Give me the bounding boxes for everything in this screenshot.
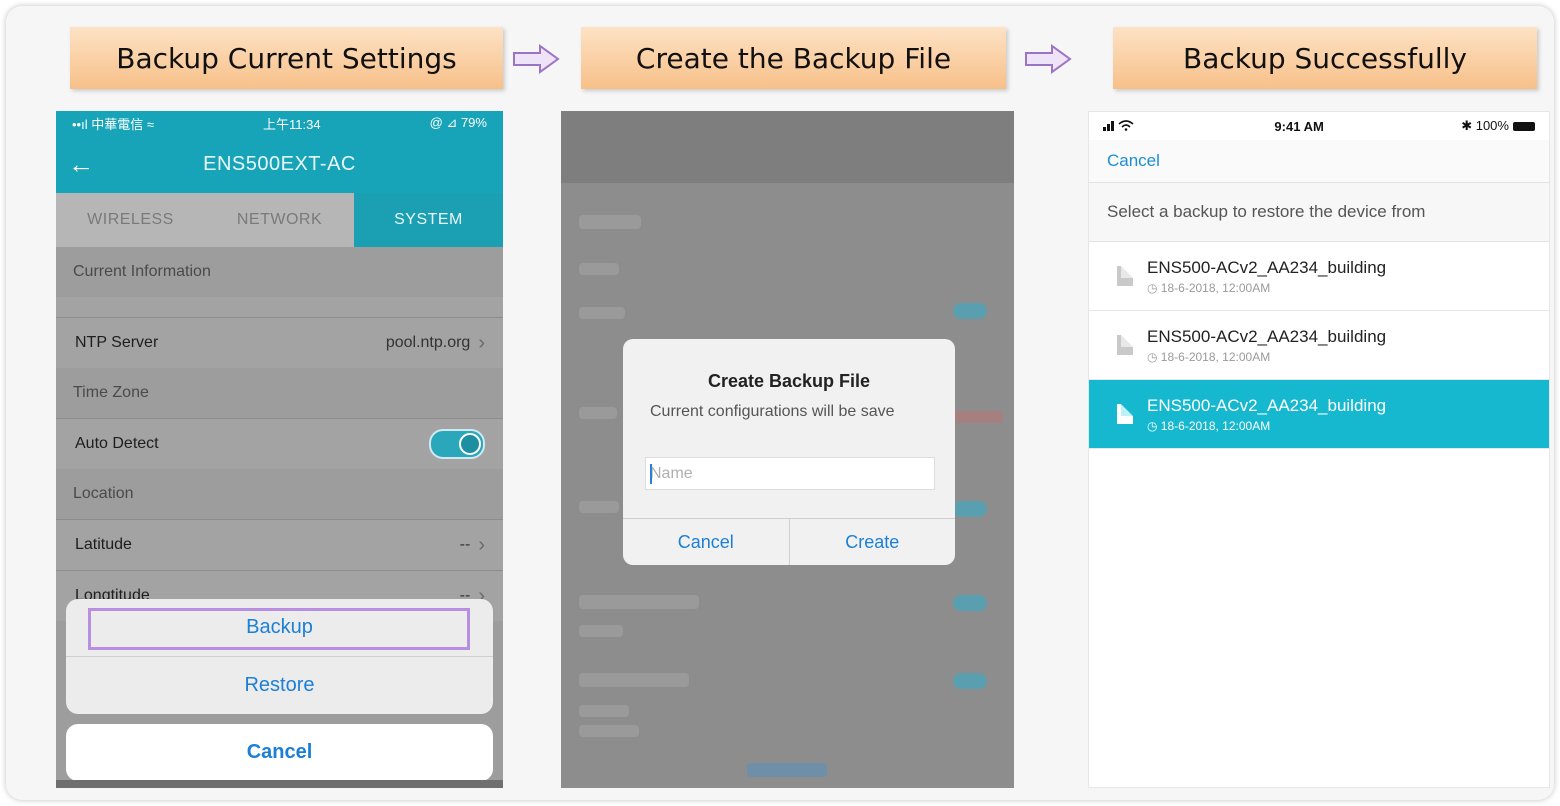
- create-backup-dialog: Create Backup File Current configuration…: [623, 339, 955, 565]
- blurred-text: [953, 411, 1003, 423]
- auto-detect-row: Auto Detect: [56, 418, 503, 469]
- ntp-server-value: pool.ntp.org: [385, 334, 471, 351]
- phone-screen-backup-list: 9:41 AM ✱ 100% Cancel Select a backup to…: [1088, 111, 1550, 788]
- tab-bar: WIRELESS NETWORK SYSTEM: [56, 193, 503, 247]
- backup-file-date: ◷ 18-6-2018, 12:00AM: [1147, 418, 1271, 433]
- name-input-wrapper: [645, 457, 935, 490]
- phone-screen-create-backup: Create Backup File Current configuration…: [561, 111, 1014, 788]
- blurred-header: [561, 111, 1014, 183]
- right-arrow-icon: [1025, 44, 1072, 74]
- dialog-title: Create Backup File: [707, 371, 871, 391]
- blurred-toggle: [953, 673, 987, 689]
- status-time: 9:41 AM: [1274, 118, 1324, 134]
- step-create-backup-file: Create the Backup File: [581, 27, 1006, 89]
- blurred-text: [579, 725, 639, 737]
- backup-option[interactable]: Backup: [66, 599, 493, 656]
- backup-file-row-selected[interactable]: ENS500-ACv2_AA234_building ◷ 18-6-2018, …: [1089, 380, 1549, 449]
- ntp-server-label: NTP Server: [75, 334, 159, 351]
- ntp-server-row[interactable]: NTP Server pool.ntp.org ›: [56, 317, 503, 368]
- dialog-buttons: Cancel Create: [623, 518, 955, 565]
- nav-bar: ← ENS500EXT-AC: [56, 135, 503, 193]
- blurred-text: [579, 407, 617, 419]
- backup-file-row[interactable]: ENS500-ACv2_AA234_building ◷ 18-6-2018, …: [1089, 242, 1549, 311]
- backup-file-row[interactable]: ENS500-ACv2_AA234_building ◷ 18-6-2018, …: [1089, 311, 1549, 380]
- backup-file-name: ENS500-ACv2_AA234_building: [1147, 257, 1387, 277]
- name-input[interactable]: [646, 458, 934, 489]
- file-icon: [1117, 335, 1133, 355]
- section-location: Location: [73, 485, 134, 502]
- dialog-cancel-button[interactable]: Cancel: [623, 519, 790, 565]
- blurred-text: [579, 215, 641, 229]
- chevron-right-icon: ›: [478, 331, 485, 354]
- section-time-zone: Time Zone: [73, 384, 149, 401]
- file-icon: [1117, 266, 1133, 286]
- blurred-toggle: [953, 501, 987, 517]
- battery-icon: [1512, 121, 1535, 131]
- tab-network[interactable]: NETWORK: [205, 193, 354, 247]
- action-sheet: Backup Restore: [66, 599, 493, 714]
- backup-file-date: ◷ 18-6-2018, 12:00AM: [1147, 349, 1271, 364]
- blurred-text: [579, 705, 629, 717]
- auto-detect-toggle[interactable]: [429, 429, 485, 459]
- phone-screen-settings: ••ıl 中華電信 ≈ 上午11:34 @ ⊿ 79% ← ENS500EXT-…: [56, 111, 503, 788]
- blurred-button: [747, 763, 827, 777]
- signal-wifi-icon: [1103, 119, 1137, 134]
- restore-option[interactable]: Restore: [66, 657, 493, 714]
- latitude-row[interactable]: Latitude -- ›: [56, 519, 503, 570]
- cancel-link[interactable]: Cancel: [1089, 140, 1549, 183]
- backup-list-header: Select a backup to restore the device fr…: [1089, 183, 1549, 242]
- step-backup-successfully: Backup Successfully: [1113, 27, 1537, 89]
- backup-file-date: ◷ 18-6-2018, 12:00AM: [1147, 280, 1271, 295]
- file-icon: [1117, 404, 1133, 424]
- right-arrow-icon: [513, 44, 560, 74]
- status-time: 上午11:34: [263, 116, 321, 132]
- back-arrow-icon[interactable]: ←: [68, 149, 94, 180]
- bottom-tab-bar: [56, 780, 503, 788]
- tab-system[interactable]: SYSTEM: [354, 193, 503, 247]
- blurred-text: [579, 595, 699, 609]
- blurred-text: [579, 673, 689, 687]
- tab-wireless[interactable]: WIRELESS: [56, 193, 205, 247]
- battery-status: ✱ 100%: [1461, 118, 1509, 133]
- blurred-text: [579, 625, 623, 637]
- latitude-label: Latitude: [75, 536, 132, 553]
- blurred-text: [579, 307, 625, 319]
- blurred-text: [579, 263, 619, 275]
- section-current-information: Current Information: [73, 263, 211, 280]
- battery-status: @ ⊿ 79%: [429, 115, 487, 130]
- latitude-value: --: [459, 536, 471, 553]
- backup-file-name: ENS500-ACv2_AA234_building: [1147, 326, 1387, 346]
- step-backup-current-settings: Backup Current Settings: [70, 27, 503, 89]
- device-title: ENS500EXT-AC: [203, 152, 356, 175]
- dialog-create-button[interactable]: Create: [790, 519, 956, 565]
- status-bar: 9:41 AM ✱ 100%: [1089, 112, 1549, 140]
- highlight-box: [88, 608, 470, 650]
- backup-file-name: ENS500-ACv2_AA234_building: [1147, 395, 1387, 415]
- blurred-toggle: [953, 595, 987, 611]
- blurred-toggle: [953, 303, 987, 319]
- dialog-message: Current configurations will be save: [650, 403, 895, 420]
- blurred-text: [579, 501, 619, 513]
- auto-detect-label: Auto Detect: [75, 435, 159, 452]
- text-caret: [650, 464, 652, 484]
- chevron-right-icon: ›: [478, 533, 485, 556]
- cancel-sheet-button[interactable]: Cancel: [66, 724, 493, 781]
- carrier-signal: ••ıl 中華電信 ≈: [72, 116, 154, 132]
- status-bar: ••ıl 中華電信 ≈ 上午11:34 @ ⊿ 79%: [56, 111, 503, 135]
- partial-row: [56, 297, 503, 317]
